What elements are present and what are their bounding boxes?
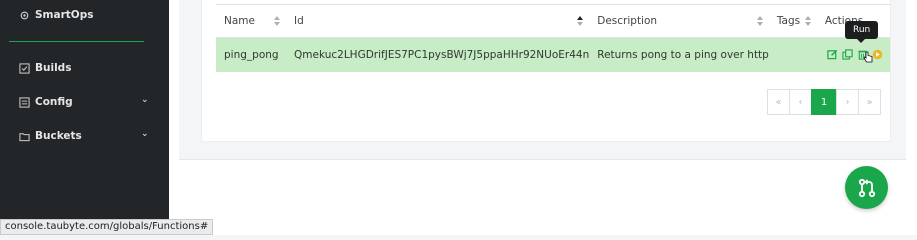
function-id-cell: Qmekuc2LHGDrifJES7PC1pysBWj7J5ppaHHr92NU… (294, 48, 590, 61)
content-panel: Name Id Description Tags Actions ping_po… (179, 0, 906, 160)
sort-icon (274, 16, 280, 26)
function-tags-cell (769, 38, 817, 72)
sidebar-item-label: Config (35, 96, 73, 108)
sidebar-divider (9, 41, 144, 42)
page-next-button[interactable]: › (836, 89, 859, 115)
page-prev-button[interactable]: ‹ (789, 89, 812, 115)
page-current-button[interactable]: 1 (811, 89, 837, 115)
chevron-down-icon: ⌄ (141, 129, 149, 139)
table-header-row: Name Id Description Tags Actions (216, 4, 890, 38)
gear-icon (20, 11, 29, 19)
function-description-cell: Returns pong to a ping over http (597, 48, 769, 61)
functions-table: Name Id Description Tags Actions ping_po… (216, 4, 890, 72)
page-first-button[interactable]: « (767, 89, 790, 115)
git-pull-request-icon (858, 178, 875, 197)
main-content: Name Id Description Tags Actions ping_po… (169, 0, 917, 235)
git-pull-request-button[interactable] (845, 166, 888, 209)
column-header-tags[interactable]: Tags (769, 5, 817, 38)
functions-card: Name Id Description Tags Actions ping_po… (201, 0, 891, 142)
column-header-description[interactable]: Description (589, 5, 769, 38)
checkbox-icon (19, 62, 30, 74)
page-last-button[interactable]: » (858, 89, 881, 115)
folder-icon (19, 132, 30, 141)
sidebar-item-buckets[interactable]: Buckets ⌄ (19, 126, 164, 146)
sort-asc-icon (577, 16, 584, 26)
edit-icon[interactable] (827, 49, 838, 60)
pagination: « ‹ 1 › » (767, 89, 881, 115)
sidebar: SmartOps Builds Config ⌄ Buckets ⌄ (0, 0, 169, 235)
sidebar-item-label: Buckets (35, 130, 82, 142)
table-row[interactable]: ping_pong Qmekuc2LHGDrifJES7PC1pysBWj7J5… (216, 37, 890, 72)
function-actions-cell (817, 38, 890, 72)
list-icon (19, 96, 30, 108)
sidebar-item-smartops[interactable]: SmartOps (19, 5, 93, 25)
column-header-name[interactable]: Name (216, 5, 286, 38)
status-bar-url: console.taubyte.com/globals/Functions# (0, 219, 214, 235)
column-header-id[interactable]: Id (286, 5, 589, 38)
sort-icon (756, 16, 763, 26)
chevron-down-icon: ⌄ (141, 95, 149, 105)
sort-icon (804, 16, 811, 26)
sidebar-item-config[interactable]: Config ⌄ (19, 92, 164, 112)
sidebar-item-builds[interactable]: Builds (19, 58, 71, 78)
run-tooltip: Run (845, 21, 879, 43)
sidebar-item-label: Builds (35, 62, 72, 74)
function-name-cell: ping_pong (224, 48, 279, 61)
run-icon[interactable] (872, 49, 883, 60)
sidebar-item-label: SmartOps (35, 9, 94, 21)
copy-icon[interactable] (842, 49, 853, 60)
hand-cursor-icon (863, 51, 873, 63)
